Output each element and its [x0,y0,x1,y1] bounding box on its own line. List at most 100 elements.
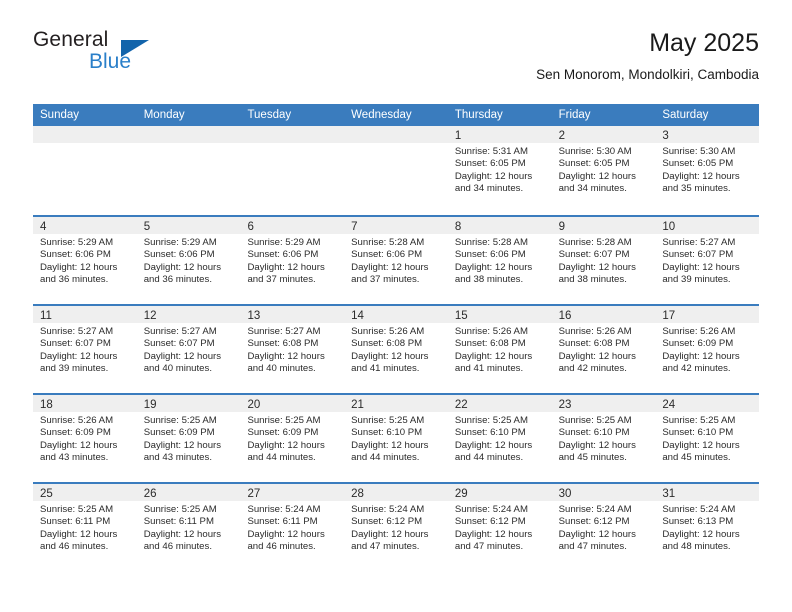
daylight-text-line1: Daylight: 12 hours [351,528,429,540]
day-number: 15 [454,310,468,322]
daylight-text-line2: and 35 minutes. [662,182,731,194]
day-cell[interactable]: 20 Sunrise: 5:25 AM Sunset: 6:09 PM Dayl… [240,395,345,482]
sunset-text: Sunset: 6:06 PM [40,249,111,261]
sunset-text: Sunset: 6:09 PM [40,427,111,439]
daylight-text-line1: Daylight: 12 hours [662,439,740,451]
day-cell[interactable]: 17 Sunrise: 5:26 AM Sunset: 6:09 PM Dayl… [655,306,760,393]
day-cell[interactable]: 22 Sunrise: 5:25 AM Sunset: 6:10 PM Dayl… [447,395,552,482]
day-number: 11 [40,310,52,322]
day-details: Sunrise: 5:25 AM Sunset: 6:09 PM Dayligh… [137,412,241,464]
sunrise-text: Sunrise: 5:25 AM [662,415,736,426]
day-cell[interactable]: 9 Sunrise: 5:28 AM Sunset: 6:07 PM Dayli… [551,217,656,304]
sunrise-text: Sunrise: 5:31 AM [454,146,528,157]
title-block: May 2025 Sen Monorom, Mondolkiri, Cambod… [536,28,759,84]
calendar-grid: Sunday Monday Tuesday Wednesday Thursday… [33,104,760,571]
daylight-text-line1: Daylight: 12 hours [558,528,636,540]
day-cell[interactable]: 7 Sunrise: 5:28 AM Sunset: 6:06 PM Dayli… [344,217,448,304]
day-cell[interactable]: 27 Sunrise: 5:24 AM Sunset: 6:11 PM Dayl… [240,484,345,571]
sunset-text: Sunset: 6:09 PM [143,427,215,439]
day-cell [136,126,241,215]
day-number-band [240,126,345,143]
day-details: Sunrise: 5:25 AM Sunset: 6:11 PM Dayligh… [33,501,137,553]
day-cell[interactable]: 18 Sunrise: 5:26 AM Sunset: 6:09 PM Dayl… [33,395,137,482]
day-cell[interactable]: 4 Sunrise: 5:29 AM Sunset: 6:06 PM Dayli… [33,217,137,304]
day-cell [344,126,448,215]
day-cell[interactable]: 8 Sunrise: 5:28 AM Sunset: 6:06 PM Dayli… [447,217,552,304]
day-number-band: 14 [344,306,448,323]
day-cell[interactable]: 2 Sunrise: 5:30 AM Sunset: 6:05 PM Dayli… [551,126,656,215]
daylight-text-line1: Daylight: 12 hours [558,439,636,451]
day-details: Sunrise: 5:27 AM Sunset: 6:07 PM Dayligh… [655,234,759,286]
weekday-header-saturday: Saturday [662,109,709,121]
location-subtitle: Sen Monorom, Mondolkiri, Cambodia [536,67,759,82]
day-cell[interactable]: 1 Sunrise: 5:31 AM Sunset: 6:05 PM Dayli… [447,126,552,215]
sunset-text: Sunset: 6:10 PM [558,427,630,439]
day-cell[interactable]: 11 Sunrise: 5:27 AM Sunset: 6:07 PM Dayl… [33,306,137,393]
day-cell[interactable]: 10 Sunrise: 5:27 AM Sunset: 6:07 PM Dayl… [655,217,760,304]
sunrise-text: Sunrise: 5:27 AM [662,237,736,248]
sunset-text: Sunset: 6:07 PM [558,249,630,261]
day-number-band: 27 [240,484,345,501]
daylight-text-line1: Daylight: 12 hours [247,439,325,451]
daylight-text-line1: Daylight: 12 hours [247,261,325,273]
day-cell[interactable]: 15 Sunrise: 5:26 AM Sunset: 6:08 PM Dayl… [447,306,552,393]
daylight-text-line2: and 47 minutes. [351,540,420,552]
day-cell[interactable]: 14 Sunrise: 5:26 AM Sunset: 6:08 PM Dayl… [344,306,448,393]
weekday-header-friday: Friday [558,109,591,121]
day-number-band: 6 [240,217,345,234]
sunrise-text: Sunrise: 5:25 AM [143,415,217,426]
day-cell[interactable]: 24 Sunrise: 5:25 AM Sunset: 6:10 PM Dayl… [655,395,760,482]
day-number-band [344,126,448,143]
day-number-band: 22 [447,395,552,412]
day-cell[interactable]: 29 Sunrise: 5:24 AM Sunset: 6:12 PM Dayl… [447,484,552,571]
day-cell[interactable]: 19 Sunrise: 5:25 AM Sunset: 6:09 PM Dayl… [136,395,241,482]
day-details: Sunrise: 5:24 AM Sunset: 6:13 PM Dayligh… [655,501,759,553]
sunset-text: Sunset: 6:10 PM [454,427,526,439]
day-details: Sunrise: 5:24 AM Sunset: 6:12 PM Dayligh… [344,501,448,553]
daylight-text-line1: Daylight: 12 hours [143,528,222,540]
day-cell[interactable]: 30 Sunrise: 5:24 AM Sunset: 6:12 PM Dayl… [551,484,656,571]
day-cell[interactable]: 3 Sunrise: 5:30 AM Sunset: 6:05 PM Dayli… [655,126,760,215]
day-number: 1 [454,130,462,142]
day-number: 16 [558,310,572,322]
sunset-text: Sunset: 6:08 PM [247,338,319,350]
day-details: Sunrise: 5:25 AM Sunset: 6:09 PM Dayligh… [240,412,344,464]
day-details: Sunrise: 5:29 AM Sunset: 6:06 PM Dayligh… [240,234,344,286]
day-cell[interactable]: 13 Sunrise: 5:27 AM Sunset: 6:08 PM Dayl… [240,306,345,393]
day-number: 7 [351,221,358,233]
day-number-band: 7 [344,217,448,234]
day-cell[interactable]: 25 Sunrise: 5:25 AM Sunset: 6:11 PM Dayl… [33,484,137,571]
day-number: 2 [558,130,565,142]
brand-logo[interactable]: General Blue [33,28,273,88]
sunset-text: Sunset: 6:07 PM [143,338,215,350]
day-cell[interactable]: 26 Sunrise: 5:25 AM Sunset: 6:11 PM Dayl… [136,484,241,571]
day-number-band: 21 [344,395,448,412]
day-cell[interactable]: 6 Sunrise: 5:29 AM Sunset: 6:06 PM Dayli… [240,217,345,304]
day-number-band: 30 [551,484,656,501]
day-cell[interactable]: 12 Sunrise: 5:27 AM Sunset: 6:07 PM Dayl… [136,306,241,393]
daylight-text-line1: Daylight: 12 hours [351,439,429,451]
day-details: Sunrise: 5:26 AM Sunset: 6:08 PM Dayligh… [448,323,552,375]
day-details: Sunrise: 5:30 AM Sunset: 6:05 PM Dayligh… [655,143,759,195]
daylight-text-line1: Daylight: 12 hours [143,350,222,362]
day-number-band: 9 [551,217,656,234]
daylight-text-line2: and 42 minutes. [662,362,731,374]
week-row: 11 Sunrise: 5:27 AM Sunset: 6:07 PM Dayl… [33,304,760,393]
day-number: 27 [247,488,261,500]
day-number: 3 [662,130,669,142]
daylight-text-line2: and 44 minutes. [351,451,420,463]
daylight-text-line1: Daylight: 12 hours [247,350,325,362]
day-number: 10 [662,221,676,233]
day-cell[interactable]: 16 Sunrise: 5:26 AM Sunset: 6:08 PM Dayl… [551,306,656,393]
day-cell[interactable]: 31 Sunrise: 5:24 AM Sunset: 6:13 PM Dayl… [655,484,760,571]
day-number-band: 26 [136,484,241,501]
day-details: Sunrise: 5:26 AM Sunset: 6:09 PM Dayligh… [33,412,137,464]
daylight-text-line2: and 46 minutes. [247,540,316,552]
day-details: Sunrise: 5:26 AM Sunset: 6:08 PM Dayligh… [552,323,656,375]
sunset-text: Sunset: 6:12 PM [558,516,630,528]
day-cell[interactable]: 28 Sunrise: 5:24 AM Sunset: 6:12 PM Dayl… [344,484,448,571]
day-cell[interactable]: 23 Sunrise: 5:25 AM Sunset: 6:10 PM Dayl… [551,395,656,482]
day-cell[interactable]: 21 Sunrise: 5:25 AM Sunset: 6:10 PM Dayl… [344,395,448,482]
day-cell[interactable]: 5 Sunrise: 5:29 AM Sunset: 6:06 PM Dayli… [136,217,241,304]
sunrise-text: Sunrise: 5:30 AM [558,146,632,157]
